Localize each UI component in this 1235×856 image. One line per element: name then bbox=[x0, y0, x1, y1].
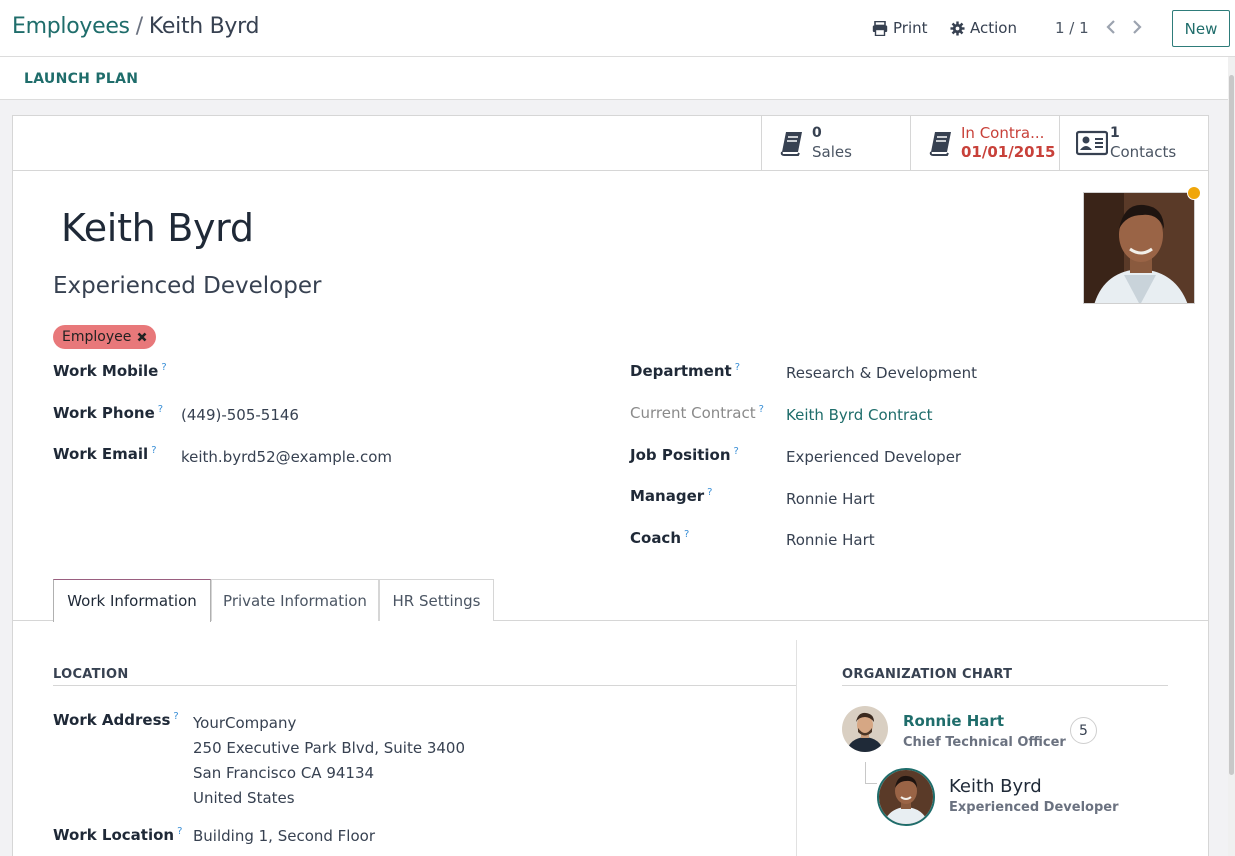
address-line: YourCompany bbox=[193, 714, 297, 732]
work-email-value[interactable]: keith.byrd52@example.com bbox=[181, 448, 392, 466]
smart-button-box: 0 Sales In Contra... 01/01/2015 1 Contacts bbox=[13, 116, 1208, 171]
address-line: United States bbox=[193, 789, 295, 807]
breadcrumb: Employees / Keith Byrd bbox=[12, 14, 259, 39]
employee-tag[interactable]: Employee bbox=[53, 325, 157, 349]
manager-value[interactable]: Ronnie Hart bbox=[786, 490, 875, 508]
address-line: 250 Executive Park Blvd, Suite 3400 bbox=[193, 739, 466, 757]
org-chart-divider bbox=[842, 685, 1168, 686]
close-icon[interactable] bbox=[137, 332, 147, 342]
help-icon[interactable]: ? bbox=[734, 446, 739, 457]
manager-name-link[interactable]: Ronnie Hart bbox=[903, 712, 1004, 730]
job-position-label: Job Position? bbox=[630, 446, 739, 464]
manager-avatar[interactable] bbox=[842, 706, 888, 752]
help-icon[interactable]: ? bbox=[735, 362, 740, 373]
employee-job-title[interactable]: Experienced Developer bbox=[53, 273, 321, 299]
chevron-right-icon[interactable] bbox=[1129, 17, 1145, 37]
scrollbar-thumb[interactable] bbox=[1229, 75, 1234, 775]
help-icon[interactable]: ? bbox=[151, 445, 156, 456]
book-icon bbox=[780, 132, 802, 156]
help-icon[interactable]: ? bbox=[161, 362, 166, 373]
employee-avatar[interactable] bbox=[1083, 192, 1195, 304]
tab-work-information[interactable]: Work Information bbox=[53, 579, 211, 622]
coach-value[interactable]: Ronnie Hart bbox=[786, 531, 875, 549]
contract-date: 01/01/2015 bbox=[961, 143, 1056, 161]
manager-role: Chief Technical Officer bbox=[903, 735, 1066, 750]
help-icon[interactable]: ? bbox=[707, 487, 712, 498]
sales-count: 0 bbox=[812, 125, 822, 141]
org-chart-heading: ORGANIZATION CHART bbox=[842, 667, 1013, 682]
work-location-label: Work Location? bbox=[53, 826, 183, 844]
breadcrumb-current: Keith Byrd bbox=[148, 14, 260, 39]
help-icon[interactable]: ? bbox=[759, 404, 764, 415]
form-sheet: 0 Sales In Contra... 01/01/2015 1 Contacts … bbox=[12, 115, 1209, 856]
book-icon bbox=[929, 132, 951, 156]
department-label: Department? bbox=[630, 362, 741, 380]
sales-label: Sales bbox=[812, 143, 852, 161]
tab-private-information[interactable]: Private Information bbox=[211, 579, 379, 621]
reports-count-badge[interactable]: 5 bbox=[1070, 717, 1097, 744]
contacts-label: Contacts bbox=[1110, 143, 1177, 161]
new-button[interactable]: New bbox=[1172, 10, 1230, 47]
launch-plan-button[interactable]: LAUNCH PLAN bbox=[24, 71, 138, 87]
help-icon[interactable]: ? bbox=[158, 404, 163, 415]
id-card-icon bbox=[1076, 130, 1108, 156]
work-phone-label: Work Phone? bbox=[53, 404, 164, 422]
current-contract-link[interactable]: Keith Byrd Contract bbox=[786, 406, 933, 424]
help-icon[interactable]: ? bbox=[173, 711, 178, 722]
column-separator bbox=[796, 640, 797, 856]
address-line: San Francisco CA 94134 bbox=[193, 764, 375, 782]
work-mobile-label: Work Mobile? bbox=[53, 362, 167, 380]
notebook-tabs: Work Information Private Information HR … bbox=[13, 579, 1208, 622]
work-email-label: Work Email? bbox=[53, 445, 157, 463]
help-icon[interactable]: ? bbox=[684, 529, 689, 540]
presence-status-dot bbox=[1187, 186, 1201, 200]
employee-name[interactable]: Keith Byrd bbox=[61, 206, 254, 250]
print-button[interactable]: Print bbox=[872, 19, 928, 37]
action-button[interactable]: Action bbox=[950, 19, 1017, 37]
print-label: Print bbox=[893, 19, 928, 37]
coach-label: Coach? bbox=[630, 529, 690, 547]
contract-smart-button[interactable]: In Contra... 01/01/2015 bbox=[910, 116, 1059, 170]
tab-hr-settings[interactable]: HR Settings bbox=[379, 579, 494, 621]
location-heading: LOCATION bbox=[53, 667, 129, 682]
self-role: Experienced Developer bbox=[949, 800, 1119, 815]
employee-tag-label: Employee bbox=[62, 329, 132, 345]
contacts-smart-button[interactable]: 1 Contacts bbox=[1059, 116, 1208, 170]
self-avatar[interactable] bbox=[877, 768, 935, 826]
manager-label: Manager? bbox=[630, 487, 713, 505]
action-label: Action bbox=[970, 19, 1017, 37]
gear-icon bbox=[950, 20, 965, 36]
control-panel: Employees / Keith Byrd Print Action 1 / 1 … bbox=[0, 0, 1235, 57]
breadcrumb-separator: / bbox=[135, 14, 143, 39]
help-icon[interactable]: ? bbox=[177, 826, 182, 837]
work-address-value[interactable]: YourCompany 250 Executive Park Blvd, Sui… bbox=[193, 711, 465, 811]
work-phone-value[interactable]: (449)-505-5146 bbox=[181, 406, 299, 424]
org-tree-connector bbox=[865, 762, 877, 784]
work-address-label: Work Address? bbox=[53, 711, 179, 729]
chevron-left-icon[interactable] bbox=[1103, 17, 1119, 37]
current-contract-label: Current Contract? bbox=[630, 404, 764, 422]
pager-value[interactable]: 1 / 1 bbox=[1055, 19, 1089, 37]
sales-smart-button[interactable]: 0 Sales bbox=[761, 116, 910, 170]
self-name: Keith Byrd bbox=[949, 776, 1042, 797]
department-value[interactable]: Research & Development bbox=[786, 364, 977, 382]
work-location-value[interactable]: Building 1, Second Floor bbox=[193, 827, 375, 845]
location-divider bbox=[53, 685, 796, 686]
contract-status: In Contra... bbox=[961, 124, 1045, 142]
status-bar: LAUNCH PLAN bbox=[0, 57, 1228, 100]
job-position-value[interactable]: Experienced Developer bbox=[786, 448, 961, 466]
breadcrumb-employees-link[interactable]: Employees bbox=[12, 14, 130, 39]
printer-icon bbox=[872, 20, 888, 36]
contacts-count: 1 bbox=[1110, 125, 1120, 141]
